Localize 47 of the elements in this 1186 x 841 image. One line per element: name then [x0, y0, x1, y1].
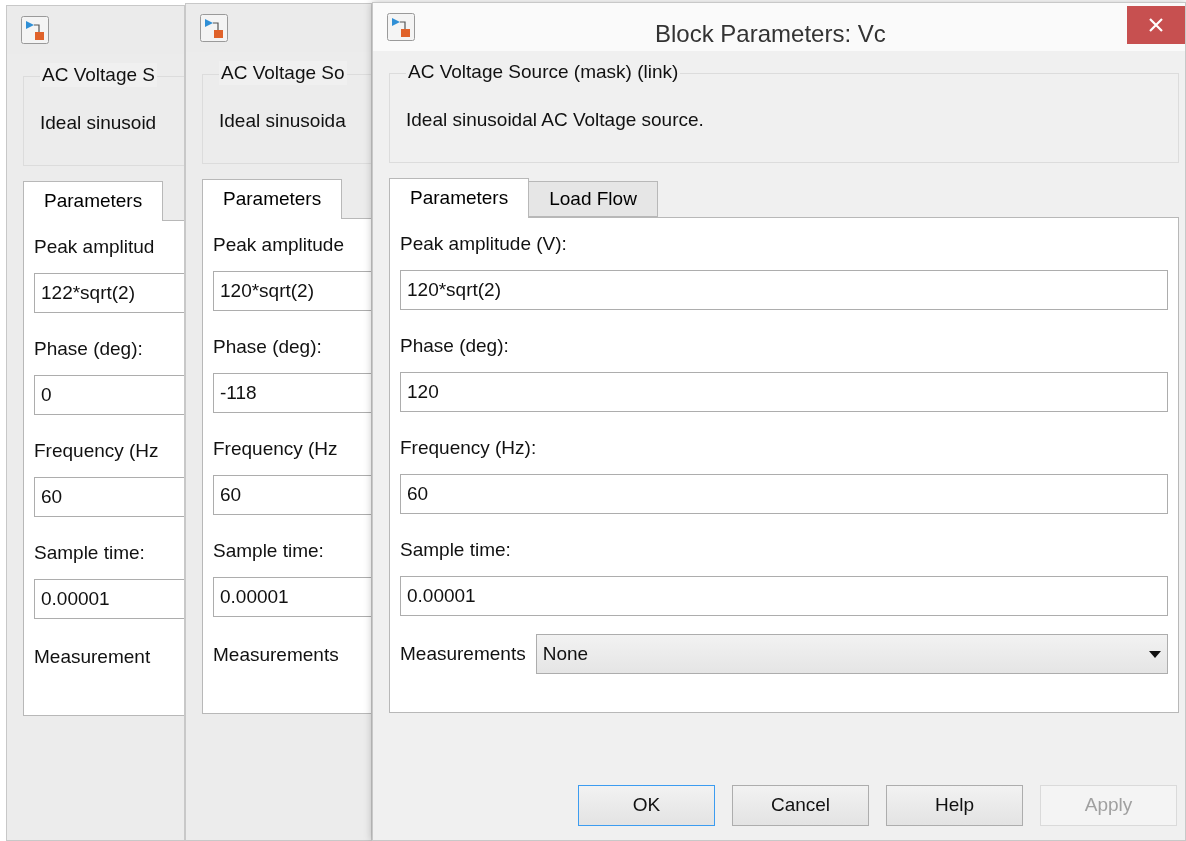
- caret-icon: [1149, 650, 1161, 658]
- field-label: Peak amplitud: [34, 235, 156, 259]
- field-label: Sample time:: [213, 539, 325, 563]
- input-field[interactable]: 122*sqrt(2): [34, 273, 184, 313]
- input-field[interactable]: 60: [34, 477, 184, 517]
- tab[interactable]: Parameters: [202, 179, 343, 219]
- field-label: Frequency (Hz: [34, 439, 160, 463]
- input-field[interactable]: 120: [400, 372, 1168, 412]
- dialog-button[interactable]: Cancel: [732, 785, 869, 826]
- input-field[interactable]: 0.00001: [213, 577, 371, 617]
- field-label: Peak amplitude (V):: [400, 232, 568, 256]
- block-icon: [200, 14, 228, 42]
- description-text: Ideal sinusoid: [40, 111, 157, 135]
- group-title: AC Voltage So: [219, 61, 347, 85]
- field-label: Peak amplitude: [213, 233, 345, 257]
- group-title: AC Voltage S: [40, 63, 158, 87]
- field-label: Sample time:: [400, 538, 512, 562]
- close-icon: [1149, 18, 1163, 32]
- field-label: Frequency (Hz):: [400, 436, 538, 460]
- window-title: Block Parameters: Vc: [655, 19, 886, 49]
- description-text: Ideal sinusoida: [219, 109, 346, 133]
- dialog-button[interactable]: OK: [578, 785, 715, 826]
- input-field[interactable]: 120*sqrt(2): [213, 271, 371, 311]
- input-field[interactable]: 0: [34, 375, 184, 415]
- tab[interactable]: Load Flow: [529, 181, 658, 217]
- tab[interactable]: Parameters: [23, 181, 164, 221]
- description-text: Ideal sinusoidal AC Voltage source.: [406, 108, 704, 132]
- field-label: Phase (deg):: [34, 337, 144, 361]
- field-label: Phase (deg):: [213, 335, 323, 359]
- input-field[interactable]: 0.00001: [400, 576, 1168, 616]
- input-field[interactable]: -118: [213, 373, 371, 413]
- tab[interactable]: Parameters: [389, 178, 530, 218]
- field-label: Sample time:: [34, 541, 146, 565]
- input-field[interactable]: 60: [400, 474, 1168, 514]
- block-icon: [387, 13, 415, 41]
- field-label: Frequency (Hz: [213, 437, 339, 461]
- input-field[interactable]: 60: [213, 475, 371, 515]
- field-label: Measurement: [34, 645, 151, 669]
- field-label: Measurements: [213, 643, 339, 667]
- dropdown[interactable]: None: [535, 634, 1168, 674]
- dialog-button[interactable]: Help: [886, 785, 1023, 826]
- input-field[interactable]: 120*sqrt(2): [400, 270, 1168, 310]
- field-label: Measurements: [400, 642, 526, 666]
- field-label: Phase (deg):: [400, 334, 510, 358]
- block-icon: [21, 16, 49, 44]
- input-field[interactable]: 0.00001: [34, 579, 184, 619]
- close-button[interactable]: [1127, 6, 1185, 44]
